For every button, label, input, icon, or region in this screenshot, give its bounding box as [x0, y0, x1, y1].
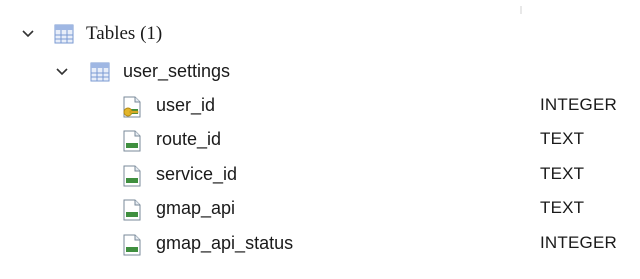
- field-name: service_id: [156, 164, 238, 184]
- tables-icon: [54, 24, 74, 44]
- field-icon: [122, 165, 142, 187]
- field-name: gmap_api_status: [156, 233, 294, 253]
- tables-label: Tables (1): [86, 23, 163, 44]
- table-icon: [90, 62, 110, 82]
- field-name: user_id: [156, 95, 216, 115]
- field-icon: [122, 199, 142, 221]
- field-name: gmap_api: [156, 198, 236, 218]
- field-row[interactable]: gmap_api TEXT: [0, 193, 640, 225]
- field-row[interactable]: route_id TEXT: [0, 124, 640, 156]
- field-row[interactable]: gmap_api_status INTEGER: [0, 228, 640, 260]
- field-row[interactable]: user_id INTEGER: [0, 90, 640, 122]
- field-type: TEXT: [540, 164, 585, 183]
- tree-node-user-settings[interactable]: user_settings: [0, 56, 640, 88]
- chevron-down-icon[interactable]: [56, 66, 68, 78]
- field-type: TEXT: [540, 198, 585, 217]
- field-type: INTEGER: [540, 95, 617, 114]
- field-type: TEXT: [540, 129, 585, 148]
- schema-tree: Tables (1) user_settings user_id INTEGER…: [0, 0, 640, 279]
- key-field-icon: [122, 96, 142, 118]
- divider-tick: [520, 6, 522, 14]
- table-name: user_settings: [123, 61, 231, 81]
- field-type: INTEGER: [540, 233, 617, 252]
- field-name: route_id: [156, 129, 222, 149]
- field-icon: [122, 130, 142, 152]
- tree-node-tables[interactable]: Tables (1): [0, 18, 640, 50]
- chevron-down-icon[interactable]: [22, 28, 34, 40]
- field-icon: [122, 234, 142, 256]
- field-row[interactable]: service_id TEXT: [0, 159, 640, 191]
